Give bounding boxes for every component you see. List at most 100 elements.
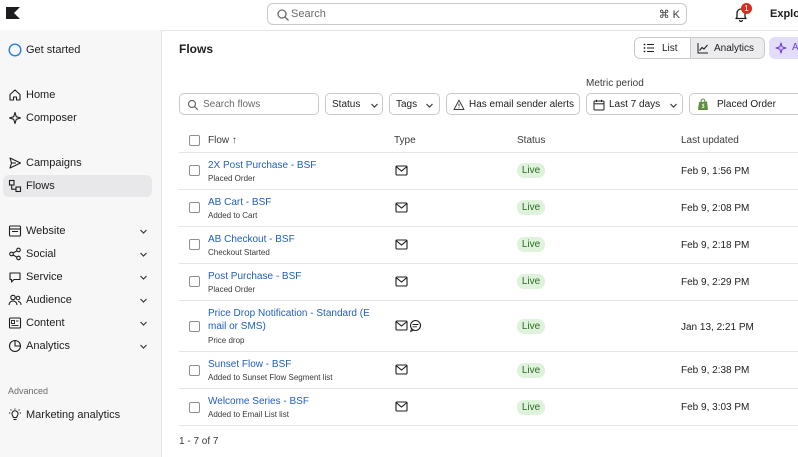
tags-filter-dropdown[interactable]: Tags bbox=[389, 93, 440, 115]
last-updated: Feb 9, 3:03 PM bbox=[681, 402, 750, 413]
view-list-button[interactable]: List bbox=[635, 38, 691, 58]
page-title: Flows bbox=[179, 42, 214, 56]
lightbulb-icon bbox=[9, 408, 21, 421]
sidebar-item-label: Analytics bbox=[26, 340, 71, 352]
shopify-bag-icon bbox=[698, 98, 708, 110]
flow-trigger: Placed Order bbox=[208, 174, 256, 183]
chevron-down-icon bbox=[371, 103, 378, 108]
email-icon bbox=[395, 202, 408, 213]
flow-name-link[interactable]: Sunset Flow - BSF bbox=[208, 359, 291, 370]
top-bar: Search ⌘ K 1 Explor bbox=[0, 0, 798, 30]
search-flows-placeholder: Search flows bbox=[203, 99, 261, 110]
sidebar-item-label: Content bbox=[26, 317, 65, 329]
sidebar-item-content[interactable]: Content bbox=[3, 312, 152, 334]
sidebar-item-website[interactable]: Website bbox=[3, 220, 152, 242]
email-alerts-filter-button[interactable]: Has email sender alerts bbox=[446, 93, 580, 115]
metric-period-dropdown[interactable]: Last 7 days bbox=[586, 93, 683, 115]
sidebar-item-marketing-analytics[interactable]: Marketing analytics bbox=[3, 404, 152, 426]
sidebar-item-label: Flows bbox=[26, 180, 55, 192]
sidebar-item-get-started[interactable]: Get started bbox=[3, 39, 152, 61]
sidebar-item-label: Home bbox=[26, 89, 56, 101]
row-checkbox[interactable] bbox=[189, 365, 200, 376]
sidebar-item-label: Website bbox=[26, 225, 66, 237]
chevron-down-icon bbox=[140, 275, 147, 280]
select-all-checkbox[interactable] bbox=[189, 135, 200, 146]
search-flows-input[interactable]: Search flows bbox=[179, 93, 319, 115]
status-badge: Live bbox=[517, 200, 545, 215]
pagination-count: 1 - 7 of 7 bbox=[179, 436, 219, 447]
row-checkbox[interactable] bbox=[189, 239, 200, 250]
sidebar-item-label: Campaigns bbox=[26, 157, 82, 169]
flow-name-link[interactable]: 2X Post Purchase - BSF bbox=[208, 160, 316, 171]
sidebar-item-label: Service bbox=[26, 271, 63, 283]
flow-name-link[interactable]: Price Drop Notification - Standard (E bbox=[208, 308, 370, 319]
explore-link[interactable]: Explor bbox=[770, 8, 798, 20]
row-checkbox[interactable] bbox=[189, 321, 200, 332]
metric-dropdown[interactable]: Placed Order bbox=[689, 93, 798, 115]
ai-assistant-label: A bbox=[792, 42, 798, 53]
main-content: Flows List Analytics A Metric period Sea… bbox=[162, 30, 798, 457]
flows-icon bbox=[8, 179, 22, 193]
status-badge: Live bbox=[517, 363, 545, 378]
row-checkbox[interactable] bbox=[189, 202, 200, 213]
row-checkbox[interactable] bbox=[189, 165, 200, 176]
email-icon bbox=[395, 276, 408, 287]
last-updated: Feb 9, 2:18 PM bbox=[681, 240, 750, 251]
row-checkbox[interactable] bbox=[189, 276, 200, 287]
flow-name-link-continued[interactable]: mail or SMS) bbox=[208, 321, 266, 332]
chevron-down-icon bbox=[140, 298, 147, 303]
metric-period-label: Metric period bbox=[586, 78, 644, 89]
flow-trigger: Added to Sunset Flow Segment list bbox=[208, 373, 333, 382]
sort-ascending-icon: ↑ bbox=[231, 135, 237, 146]
chevron-down-icon bbox=[426, 103, 433, 108]
line-chart-icon bbox=[697, 43, 708, 54]
chevron-down-icon bbox=[140, 344, 147, 349]
email-icon bbox=[395, 364, 408, 375]
sidebar-item-flows[interactable]: Flows bbox=[3, 175, 152, 197]
global-search-input[interactable]: Search ⌘ K bbox=[267, 3, 687, 25]
status-badge: Live bbox=[517, 163, 545, 178]
sidebar-item-campaigns[interactable]: Campaigns bbox=[3, 152, 152, 174]
flow-name-link[interactable]: AB Checkout - BSF bbox=[208, 234, 295, 245]
sidebar-item-analytics[interactable]: Analytics bbox=[3, 335, 152, 357]
view-analytics-button[interactable]: Analytics bbox=[691, 38, 764, 58]
table-divider bbox=[179, 226, 798, 227]
table-divider bbox=[179, 152, 798, 153]
flow-name-link[interactable]: Post Purchase - BSF bbox=[208, 271, 301, 282]
share-icon bbox=[9, 247, 21, 261]
view-toggle: List Analytics bbox=[634, 37, 765, 59]
search-placeholder: Search bbox=[291, 8, 326, 20]
last-updated: Jan 13, 2:21 PM bbox=[681, 322, 754, 333]
view-list-label: List bbox=[662, 43, 678, 54]
column-header-flow[interactable]: Flow ↑ bbox=[208, 135, 237, 146]
sidebar-item-audience[interactable]: Audience bbox=[3, 289, 152, 311]
last-updated: Feb 9, 2:29 PM bbox=[681, 277, 750, 288]
brand-logo-icon[interactable] bbox=[6, 7, 20, 19]
last-updated: Feb 9, 2:38 PM bbox=[681, 365, 750, 376]
progress-ring-icon bbox=[8, 43, 22, 57]
analytics-icon bbox=[8, 339, 22, 353]
home-icon bbox=[9, 89, 21, 101]
view-analytics-label: Analytics bbox=[714, 43, 755, 54]
chevron-down-icon bbox=[140, 321, 147, 326]
table-divider bbox=[179, 263, 798, 264]
sidebar-item-composer[interactable]: Composer bbox=[3, 107, 152, 129]
sidebar-item-label: Marketing analytics bbox=[26, 409, 121, 421]
status-filter-dropdown[interactable]: Status bbox=[325, 93, 383, 115]
table-divider bbox=[179, 425, 798, 426]
chevron-down-icon bbox=[670, 103, 677, 108]
last-updated: Feb 9, 2:08 PM bbox=[681, 203, 750, 214]
sidebar-item-service[interactable]: Service bbox=[3, 266, 152, 288]
ai-assistant-button[interactable]: A bbox=[769, 37, 798, 59]
sidebar-item-social[interactable]: Social bbox=[3, 243, 152, 265]
flow-name-link[interactable]: AB Cart - BSF bbox=[208, 197, 271, 208]
column-header-type: Type bbox=[394, 135, 416, 146]
search-icon bbox=[187, 99, 199, 111]
row-checkbox[interactable] bbox=[189, 402, 200, 413]
search-shortcut: ⌘ K bbox=[658, 9, 680, 21]
people-icon bbox=[8, 294, 22, 306]
website-icon bbox=[8, 225, 22, 237]
send-icon bbox=[9, 157, 22, 169]
flow-name-link[interactable]: Welcome Series - BSF bbox=[208, 396, 309, 407]
sidebar-item-home[interactable]: Home bbox=[3, 84, 152, 106]
